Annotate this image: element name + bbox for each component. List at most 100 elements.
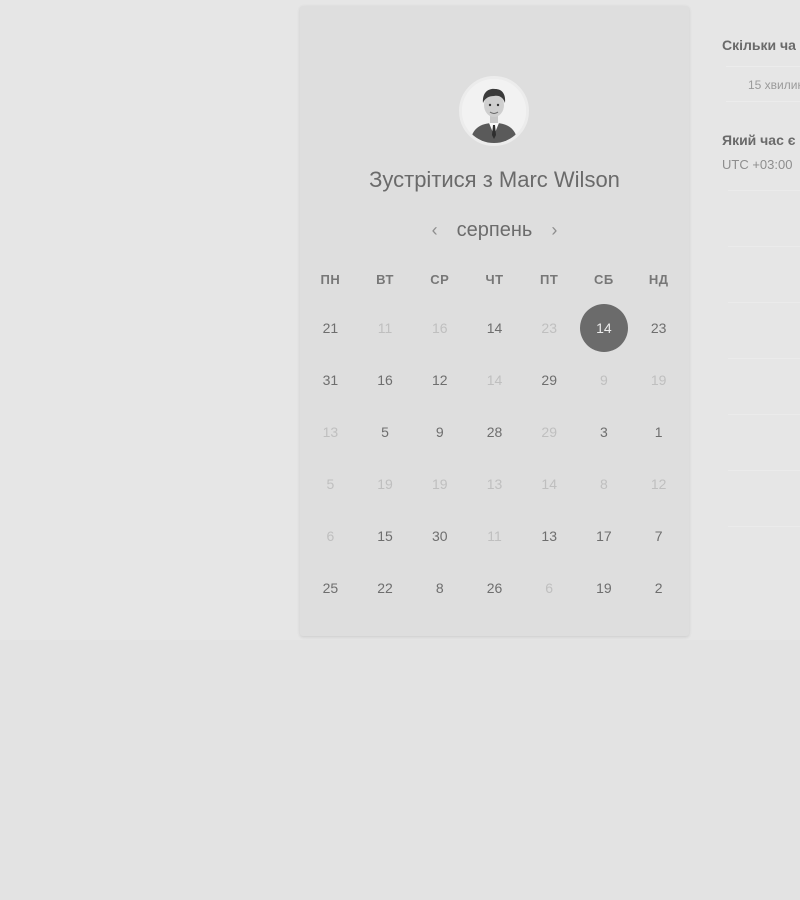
calendar-day: 14 xyxy=(467,354,522,406)
month-label: серпень xyxy=(456,218,533,241)
day-number: 8 xyxy=(435,580,444,596)
booking-card: Зустрітися з Marc Wilson ‹ серпень › ПН … xyxy=(300,6,689,636)
day-number: 25 xyxy=(322,580,339,596)
calendar-day: 29 xyxy=(522,406,577,458)
day-number: 7 xyxy=(654,528,663,544)
calendar-day[interactable]: 23 xyxy=(631,302,686,354)
day-number: 26 xyxy=(486,580,503,596)
month-navigation: ‹ серпень › xyxy=(300,214,689,246)
calendar-day: 8 xyxy=(577,458,632,510)
timezone-label[interactable]: UTC +03:00 xyxy=(722,157,792,172)
day-number: 23 xyxy=(650,320,667,336)
time-slot[interactable] xyxy=(728,246,800,302)
day-number: 12 xyxy=(650,476,667,492)
time-slot[interactable] xyxy=(728,302,800,358)
calendar-day: 12 xyxy=(631,458,686,510)
day-number: 14 xyxy=(486,320,503,336)
calendar-day[interactable]: 25 xyxy=(303,562,358,614)
day-number: 19 xyxy=(650,372,667,388)
calendar-day[interactable]: 5 xyxy=(358,406,413,458)
day-number: 29 xyxy=(541,424,557,440)
calendar-day[interactable]: 22 xyxy=(358,562,413,614)
page-title: Зустрітися з Marc Wilson xyxy=(369,167,620,192)
day-number: 13 xyxy=(322,424,339,440)
calendar-day[interactable]: 19 xyxy=(577,562,632,614)
day-number: 11 xyxy=(377,320,393,336)
calendar-day[interactable]: 31 xyxy=(303,354,358,406)
calendar-day: 13 xyxy=(303,406,358,458)
day-number: 6 xyxy=(326,528,335,544)
calendar-day[interactable]: 16 xyxy=(358,354,413,406)
time-slot[interactable] xyxy=(728,414,800,470)
day-number: 14 xyxy=(579,304,628,352)
calendar-day[interactable]: 13 xyxy=(522,510,577,562)
avatar xyxy=(459,76,529,146)
calendar-days-grid: 21 11 16 14 23 14 23 31 16 12 14 29 9 19 13 5 9 28 29 3 1 5 19… xyxy=(303,302,686,614)
calendar-day: 23 xyxy=(522,302,577,354)
day-number: 16 xyxy=(377,372,393,388)
time-slot[interactable] xyxy=(728,358,800,414)
calendar-day[interactable]: 21 xyxy=(303,302,358,354)
day-number: 19 xyxy=(431,476,448,492)
calendar-day: 11 xyxy=(358,302,413,354)
chevron-left-icon[interactable]: ‹ xyxy=(425,221,445,239)
day-number: 1 xyxy=(654,424,663,440)
day-number: 14 xyxy=(486,372,503,388)
time-question: Який час є xyxy=(722,132,796,148)
calendar-day[interactable]: 9 xyxy=(412,406,467,458)
page: Зустрітися з Marc Wilson ‹ серпень › ПН … xyxy=(0,0,800,900)
day-number: 23 xyxy=(541,320,557,336)
calendar-day: 19 xyxy=(412,458,467,510)
weekday-label: НД xyxy=(648,272,669,287)
calendar-day[interactable]: 2 xyxy=(631,562,686,614)
calendar-day[interactable]: 12 xyxy=(412,354,467,406)
day-number: 5 xyxy=(326,476,335,492)
calendar-day[interactable]: 7 xyxy=(631,510,686,562)
selected-day[interactable]: 14 xyxy=(577,302,632,354)
calendar-day: 16 xyxy=(412,302,467,354)
calendar-day[interactable]: 17 xyxy=(577,510,632,562)
day-number: 9 xyxy=(600,372,608,388)
calendar-day: 6 xyxy=(303,510,358,562)
day-number: 11 xyxy=(487,528,502,544)
day-number: 5 xyxy=(381,424,389,440)
day-number: 14 xyxy=(541,476,557,492)
calendar-day[interactable]: 8 xyxy=(412,562,467,614)
day-number: 6 xyxy=(545,580,554,596)
calendar-day: 6 xyxy=(522,562,577,614)
day-number: 21 xyxy=(322,320,339,336)
calendar-day[interactable]: 26 xyxy=(467,562,522,614)
calendar-day[interactable]: 30 xyxy=(412,510,467,562)
time-slot[interactable] xyxy=(728,526,800,582)
day-number: 22 xyxy=(377,580,393,596)
calendar-day[interactable]: 14 xyxy=(467,302,522,354)
weekday-label: СР xyxy=(430,272,450,287)
weekday-label: ЧТ xyxy=(485,272,504,287)
calendar-day: 14 xyxy=(522,458,577,510)
day-number: 19 xyxy=(377,476,393,492)
day-number: 12 xyxy=(431,372,448,388)
day-number: 29 xyxy=(541,372,557,388)
calendar-day: 19 xyxy=(358,458,413,510)
day-number: 9 xyxy=(435,424,444,440)
calendar-day[interactable]: 28 xyxy=(467,406,522,458)
calendar-day[interactable]: 3 xyxy=(577,406,632,458)
time-slot[interactable] xyxy=(728,190,800,246)
weekday-header: ПН ВТ СР ЧТ ПТ СБ НД xyxy=(303,272,686,287)
calendar-day[interactable]: 1 xyxy=(631,406,686,458)
weekday-label: ПТ xyxy=(540,272,559,287)
day-number: 15 xyxy=(377,528,393,544)
calendar-day[interactable]: 15 xyxy=(358,510,413,562)
time-slot[interactable] xyxy=(728,470,800,526)
duration-option[interactable]: 15 хвилин xyxy=(726,66,800,102)
day-number: 31 xyxy=(322,372,339,388)
calendar-day: 9 xyxy=(577,354,632,406)
day-number: 16 xyxy=(431,320,448,336)
chevron-right-icon[interactable]: › xyxy=(544,221,564,239)
calendar-day[interactable]: 29 xyxy=(522,354,577,406)
calendar-day: 5 xyxy=(303,458,358,510)
calendar-day: 11 xyxy=(467,510,522,562)
calendar-day: 19 xyxy=(631,354,686,406)
day-number: 30 xyxy=(431,528,448,544)
weekday-label: СБ xyxy=(594,272,614,287)
